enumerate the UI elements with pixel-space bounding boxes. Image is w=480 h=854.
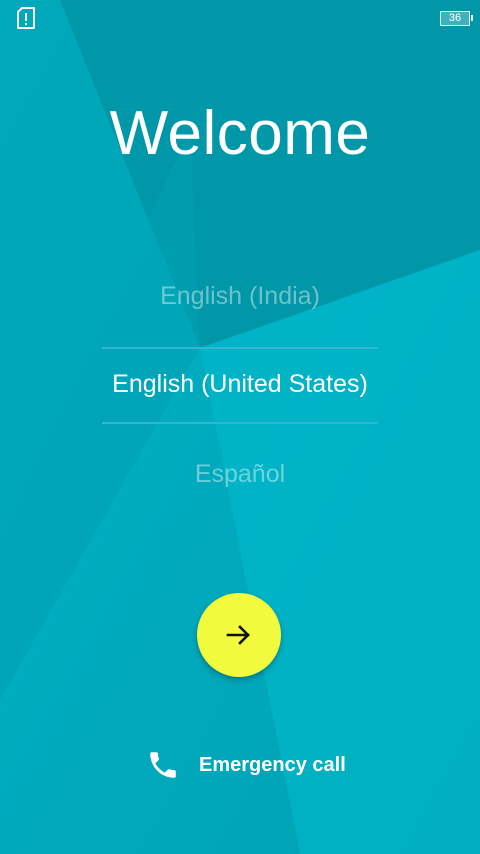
language-option-english-india[interactable]: English (India) — [0, 282, 480, 311]
language-option-espanol[interactable]: Español — [0, 460, 480, 489]
battery-tip — [471, 15, 473, 21]
emergency-call-button[interactable]: Emergency call — [146, 745, 346, 785]
status-bar: 36 — [0, 0, 480, 36]
picker-divider-top — [102, 347, 378, 349]
arrow-right-icon — [226, 625, 250, 645]
welcome-title: Welcome — [109, 99, 371, 168]
language-option-english-us[interactable]: English (United States) — [0, 370, 480, 399]
battery-indicator: 36 — [440, 11, 470, 26]
picker-divider-bottom — [102, 422, 378, 424]
phone-icon — [150, 752, 176, 778]
sim-card-alert-icon — [17, 7, 35, 29]
emergency-call-label: Emergency call — [199, 753, 346, 776]
setup-welcome-screen: 36 Welcome English (India) English (Unit… — [0, 0, 480, 854]
next-button[interactable] — [197, 593, 281, 677]
